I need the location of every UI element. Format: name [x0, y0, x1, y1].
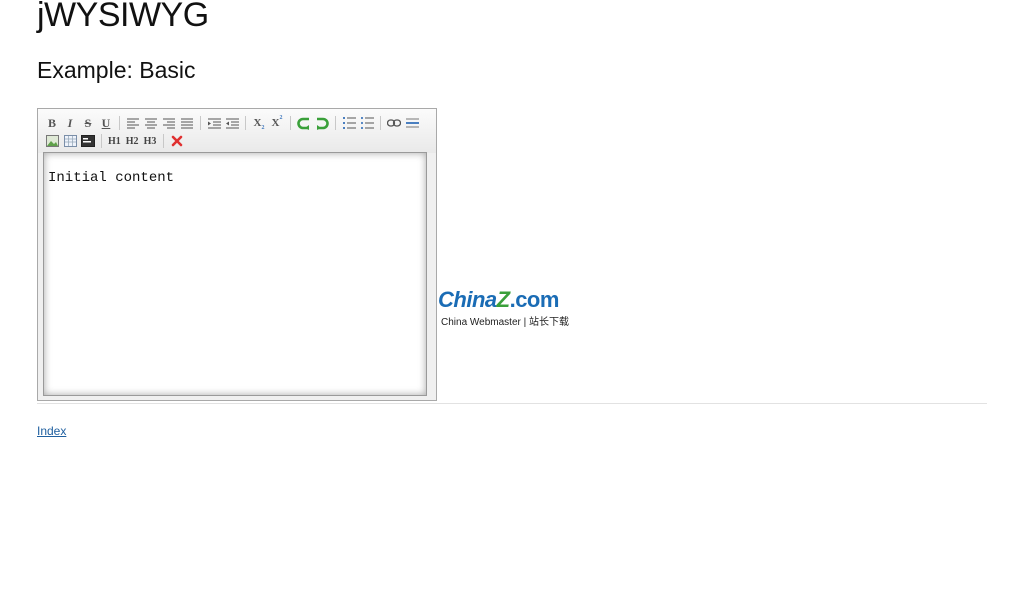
heading-3-button[interactable]: H3 — [143, 133, 158, 149]
indent-button[interactable] — [206, 115, 222, 131]
align-right-icon — [163, 118, 175, 128]
html-source-icon — [81, 135, 95, 147]
horizontal-rule-icon — [405, 118, 419, 128]
toolbar-separator — [119, 116, 120, 130]
bold-button[interactable]: B — [44, 115, 60, 131]
insert-table-button[interactable] — [62, 133, 78, 149]
justify-full-button[interactable] — [179, 115, 195, 131]
toolbar-row-2: H1 H2 H3 — [44, 133, 187, 149]
superscript-icon: 2 — [279, 115, 283, 121]
image-icon — [45, 135, 59, 147]
logo-china-text: China — [438, 287, 497, 312]
justify-left-button[interactable] — [125, 115, 141, 131]
view-html-button[interactable] — [80, 133, 96, 149]
unordered-list-icon — [360, 117, 374, 129]
strikethrough-button[interactable]: S — [80, 115, 96, 131]
justify-center-button[interactable] — [143, 115, 159, 131]
justify-right-button[interactable] — [161, 115, 177, 131]
align-justify-icon — [181, 118, 193, 128]
undo-icon — [297, 117, 309, 130]
toolbar-separator — [290, 116, 291, 130]
close-icon — [172, 135, 183, 147]
underline-button[interactable]: U — [98, 115, 114, 131]
toolbar-separator — [335, 116, 336, 130]
insert-image-button[interactable] — [44, 133, 60, 149]
ordered-list-button[interactable] — [341, 115, 357, 131]
logo-wordmark: ChinaZ.com — [438, 287, 559, 313]
footer-divider — [37, 403, 987, 404]
logo-tagline: China Webmaster | 站长下载 — [441, 317, 570, 328]
outdent-icon — [225, 118, 239, 128]
page-subtitle: Example: Basic — [37, 57, 196, 83]
logo-com-text: .com — [509, 287, 560, 312]
undo-button[interactable] — [296, 115, 312, 131]
toolbar-row-1: B I S U X 2 X 2 — [44, 115, 422, 131]
editor-content-text[interactable]: Initial content — [48, 170, 174, 186]
heading-2-button[interactable]: H2 — [125, 133, 140, 149]
subscript-button[interactable]: X2 — [251, 115, 267, 131]
page-title: jWYSIWYG — [37, 0, 209, 34]
editor-toolbar: B I S U X 2 X 2 H1 H2 H3 — [38, 109, 436, 153]
redo-icon — [317, 117, 329, 130]
toolbar-separator — [245, 116, 246, 130]
superscript-button[interactable]: X2 — [269, 115, 285, 131]
toolbar-separator — [101, 134, 102, 148]
toolbar-separator — [380, 116, 381, 130]
toolbar-separator — [200, 116, 201, 130]
index-link[interactable]: Index — [37, 424, 66, 438]
outdent-button[interactable] — [224, 115, 240, 131]
link-icon — [387, 119, 401, 127]
toolbar-separator — [163, 134, 165, 148]
create-link-button[interactable] — [386, 115, 402, 131]
subscript-icon: 2 — [261, 125, 265, 131]
align-center-icon — [145, 118, 157, 128]
wysiwyg-editor: B I S U X 2 X 2 H1 H2 H3 Initial content — [37, 108, 437, 401]
horizontal-rule-button[interactable] — [404, 115, 420, 131]
heading-1-button[interactable]: H1 — [107, 133, 122, 149]
superscript-label: X — [271, 117, 280, 129]
table-icon — [63, 135, 77, 147]
logo-z-text: Z — [496, 287, 510, 312]
chinaz-watermark-logo: ChinaZ.com China Webmaster | 站长下载 — [438, 287, 588, 328]
remove-format-button[interactable] — [169, 133, 185, 149]
indent-icon — [207, 118, 221, 128]
unordered-list-button[interactable] — [359, 115, 375, 131]
italic-button[interactable]: I — [62, 115, 78, 131]
redo-button[interactable] — [314, 115, 330, 131]
align-left-icon — [127, 118, 139, 128]
ordered-list-icon — [342, 117, 356, 129]
editor-content-area[interactable]: Initial content — [43, 152, 427, 396]
subscript-label: X — [253, 117, 262, 129]
